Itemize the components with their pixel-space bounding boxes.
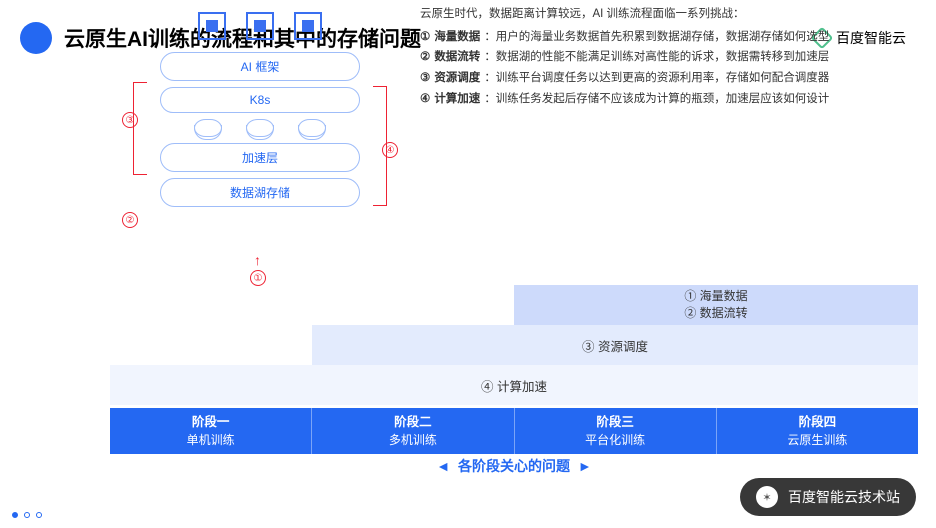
arrow-left-icon: ◄ xyxy=(436,458,450,474)
dot-icon xyxy=(24,512,30,518)
arrow-right-icon: ► xyxy=(578,458,592,474)
description-block: 云原生时代，数据距离计算较远，AI 训练流程面临一系列挑战： ①海量数据：用户的… xyxy=(420,4,910,109)
cylinder-icon xyxy=(194,119,222,137)
desc-item: ③资源调度：训练平台调度任务以达到更高的资源利用率，存储如何配合调度器 xyxy=(420,68,910,89)
axis-label: ◄ 各阶段关心的问题 ► xyxy=(110,456,918,476)
dot-icon xyxy=(36,512,42,518)
cylinder-icon xyxy=(298,119,326,137)
phase-4: 阶段四云原生训练 xyxy=(717,408,918,454)
chip-icon xyxy=(294,12,322,40)
desc-intro: 云原生时代，数据距离计算较远，AI 训练流程面临一系列挑战： xyxy=(420,4,910,25)
phase-3: 阶段三平台化训练 xyxy=(515,408,717,454)
architecture-diagram: AI 框架 K8s 加速层 数据湖存储 ① ↑ ② ③ ④ xyxy=(130,12,390,213)
layer-accel: 加速层 xyxy=(160,143,360,172)
phase-row: 阶段一单机训练 阶段二多机训练 阶段三平台化训练 阶段四云原生训练 xyxy=(110,408,918,454)
desc-item: ②数据流转：数据湖的性能不能满足训练对高性能的诉求，数据需转移到加速层 xyxy=(420,47,910,68)
wechat-icon: ✶ xyxy=(756,486,778,508)
blue-dot-icon xyxy=(20,22,52,54)
diagram-label-2: ② xyxy=(122,212,138,228)
diagram-label-1: ① xyxy=(250,270,266,286)
layer-datalake: 数据湖存储 xyxy=(160,178,360,207)
step-box-mid: ③ 资源调度 xyxy=(312,325,918,365)
step-box-bottom: ④ 计算加速 xyxy=(110,365,918,405)
desc-item: ④计算加速：训练任务发起后存储不应该成为计算的瓶颈，加速层应该如何设计 xyxy=(420,89,910,110)
layer-k8s: K8s xyxy=(160,87,360,113)
page-indicator xyxy=(12,512,42,518)
arrow-path-left xyxy=(133,82,147,175)
layer-ai-framework: AI 框架 xyxy=(160,52,360,81)
cylinder-icon xyxy=(246,119,274,137)
wechat-text: 百度智能云技术站 xyxy=(788,487,900,507)
desc-item: ①海量数据：用户的海量业务数据首先积累到数据湖存储，数据湖存储如何选型 xyxy=(420,27,910,48)
arrow-icon: ↑ xyxy=(254,252,261,268)
chip-icon xyxy=(198,12,226,40)
phase-1: 阶段一单机训练 xyxy=(110,408,312,454)
step-box-top: ① 海量数据 ② 数据流转 xyxy=(514,285,918,325)
arrow-path-right xyxy=(373,86,387,206)
chip-icon xyxy=(246,12,274,40)
phase-2: 阶段二多机训练 xyxy=(312,408,514,454)
wechat-badge[interactable]: ✶ 百度智能云技术站 xyxy=(740,478,916,516)
dot-active-icon xyxy=(12,512,18,518)
